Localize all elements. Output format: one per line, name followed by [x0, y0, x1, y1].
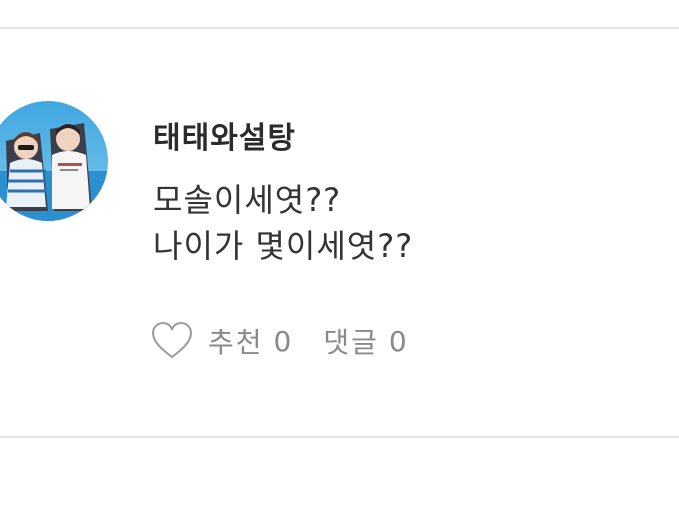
- comment-actions: 추천 0 댓글 0: [150, 317, 409, 365]
- comment-text: 모솔이세엿?? 나이가 몇이세엿??: [153, 177, 413, 269]
- reply-label: 댓글: [323, 326, 379, 359]
- recommend-count: 0: [273, 324, 294, 358]
- avatar[interactable]: [0, 101, 108, 221]
- comment-line: 나이가 몇이세엿??: [153, 227, 414, 265]
- comment-page: 태태와설탕 모솔이세엿?? 나이가 몇이세엿?? 추천 0 댓글 0: [0, 0, 679, 509]
- reply-button[interactable]: 댓글 0: [323, 321, 408, 361]
- reply-count: 0: [388, 324, 409, 358]
- comment-line: 모솔이세엿??: [153, 181, 342, 219]
- user-photo: [0, 101, 108, 221]
- recommend-label: 추천: [208, 326, 264, 359]
- recommend-button[interactable]: 추천 0: [208, 321, 293, 361]
- bottom-divider: [0, 436, 679, 438]
- comment-item: 태태와설탕 모솔이세엿?? 나이가 몇이세엿?? 추천 0 댓글 0: [0, 29, 679, 436]
- username[interactable]: 태태와설탕: [153, 113, 296, 157]
- heart-outline-icon[interactable]: [150, 319, 194, 363]
